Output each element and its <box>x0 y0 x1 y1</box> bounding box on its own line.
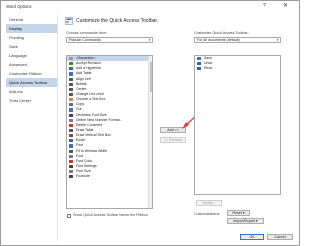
customize-toolbar-value: For all documents (default) <box>197 38 240 42</box>
command-icon <box>69 87 73 92</box>
command-label: Copy <box>76 102 85 107</box>
command-icon <box>69 67 73 71</box>
customize-toolbar-label: Customize Quick Access Toolbar: <box>194 31 249 35</box>
page-heading: Customize the Quick Access Toolbar. <box>76 18 159 24</box>
scrollbar-thumb[interactable] <box>149 62 152 92</box>
toolbar-items-list[interactable]: Save Undo Redo <box>194 55 281 195</box>
command-icon <box>69 149 73 153</box>
modify-button[interactable]: Modify... <box>196 200 222 206</box>
word-options-dialog: Word Options ? ✕ General Display Proofing S… <box>0 0 300 246</box>
command-icon <box>69 92 73 97</box>
command-label: Email <box>76 138 85 143</box>
command-icon <box>69 72 73 76</box>
command-icon <box>69 82 73 86</box>
command-icon <box>69 144 73 148</box>
help-button[interactable]: ? <box>263 3 266 9</box>
command-label: <Separator> <box>76 56 96 60</box>
import-export-dropdown-button[interactable]: Import/Export ▾ <box>227 218 264 224</box>
command-icon <box>69 128 73 133</box>
toolbar-item-label: Redo <box>204 66 213 71</box>
command-label: Draw Table <box>76 127 94 132</box>
command-icon <box>69 62 73 66</box>
command-icon <box>69 170 73 174</box>
show-below-ribbon-label: Show Quick Access Toolbar below the Ribb… <box>73 213 148 217</box>
command-icon <box>69 103 73 107</box>
command-label: Bullets <box>76 81 87 86</box>
command-label: Decrease Font Size <box>76 112 107 117</box>
command-icon <box>69 175 73 179</box>
nav-item-advanced[interactable]: Advanced <box>6 60 57 69</box>
customizations-label: Customizations: <box>194 212 221 216</box>
choose-commands-dropdown[interactable]: Popular Commands ▼ <box>66 37 153 43</box>
command-label: Add a Hyperlink <box>76 66 101 71</box>
toolbar-item-icon <box>197 57 201 61</box>
chevron-down-icon: ▼ <box>148 38 151 42</box>
choose-commands-label: Choose commands from: <box>66 31 108 35</box>
command-icon <box>69 108 73 112</box>
command-item[interactable]: Footnote <box>67 174 152 179</box>
command-icon <box>69 134 73 138</box>
command-icon <box>69 57 73 61</box>
choose-commands-value: Popular Commands <box>69 38 101 42</box>
nav-item-trust-center[interactable]: Trust Center <box>6 96 57 105</box>
command-icon <box>69 139 73 143</box>
nav-item-customize-ribbon[interactable]: Customize Ribbon <box>6 69 57 78</box>
toolbar-item-icon <box>197 67 201 71</box>
nav-item-add-ins[interactable]: Add-ins <box>6 87 57 96</box>
command-label: Delete Comment <box>76 122 103 127</box>
command-label: Change List Level <box>76 91 105 96</box>
customize-toolbar-dropdown[interactable]: For all documents (default) ▼ <box>194 37 281 43</box>
command-icon <box>69 113 73 117</box>
window-title: Word Options <box>6 4 32 9</box>
options-category-nav: General Display Proofing Save Language Advanc… <box>6 15 58 241</box>
nav-item-save[interactable]: Save <box>6 42 57 51</box>
toolbar-item-label: Undo <box>204 61 213 66</box>
show-below-ribbon-checkbox[interactable] <box>67 214 71 218</box>
cancel-button[interactable]: Cancel <box>267 234 293 240</box>
command-icon <box>69 77 73 81</box>
command-label: Font <box>76 153 84 158</box>
command-label: Font Color <box>76 158 93 163</box>
remove-button[interactable]: << Remove <box>160 137 186 143</box>
toolbar-item-label: Save <box>204 56 212 60</box>
command-label: Font Settings <box>76 163 97 168</box>
command-label: Footnote <box>76 174 90 179</box>
command-icon <box>69 164 73 169</box>
nav-item-display[interactable]: Display <box>6 24 57 33</box>
nav-item-quick-access-toolbar[interactable]: Quick Access Toolbar <box>6 78 57 87</box>
commands-list[interactable]: <Separator> Accept Revision Add a Hyperlin… <box>66 55 153 209</box>
chevron-down-icon: ▼ <box>276 38 279 42</box>
toolbar-item-icon <box>197 62 201 66</box>
quick-access-toolbar-icon <box>65 17 73 25</box>
ok-button[interactable]: OK <box>240 234 264 240</box>
command-label: Fit to Window Width <box>76 148 108 153</box>
commands-list-scrollbar[interactable] <box>148 56 152 208</box>
reset-dropdown-button[interactable]: Reset ▾ <box>227 210 250 216</box>
command-icon <box>69 118 73 122</box>
command-icon <box>69 98 73 102</box>
close-button[interactable]: ✕ <box>283 2 288 9</box>
command-label: Add Table <box>76 71 92 76</box>
command-icon <box>69 123 73 128</box>
command-icon <box>69 154 73 158</box>
command-label: Choose a Text Box <box>76 97 106 102</box>
command-label: Define New Number Format... <box>76 117 123 122</box>
command-label: Find <box>76 143 83 148</box>
command-icon <box>69 159 73 163</box>
nav-item-proofing[interactable]: Proofing <box>6 33 57 42</box>
command-label: Draw Vertical Text Box <box>76 133 111 138</box>
command-label: Font Size <box>76 169 91 174</box>
command-label: Center <box>76 86 87 91</box>
command-label: Cut <box>76 107 82 112</box>
nav-item-language[interactable]: Language <box>6 51 57 60</box>
command-label: Align Left <box>76 76 91 81</box>
nav-item-general[interactable]: General <box>6 15 57 24</box>
command-label: Accept Revision <box>76 61 102 66</box>
title-bar: Word Options ? ✕ <box>1 1 299 13</box>
toolbar-item[interactable]: Redo <box>195 66 280 71</box>
